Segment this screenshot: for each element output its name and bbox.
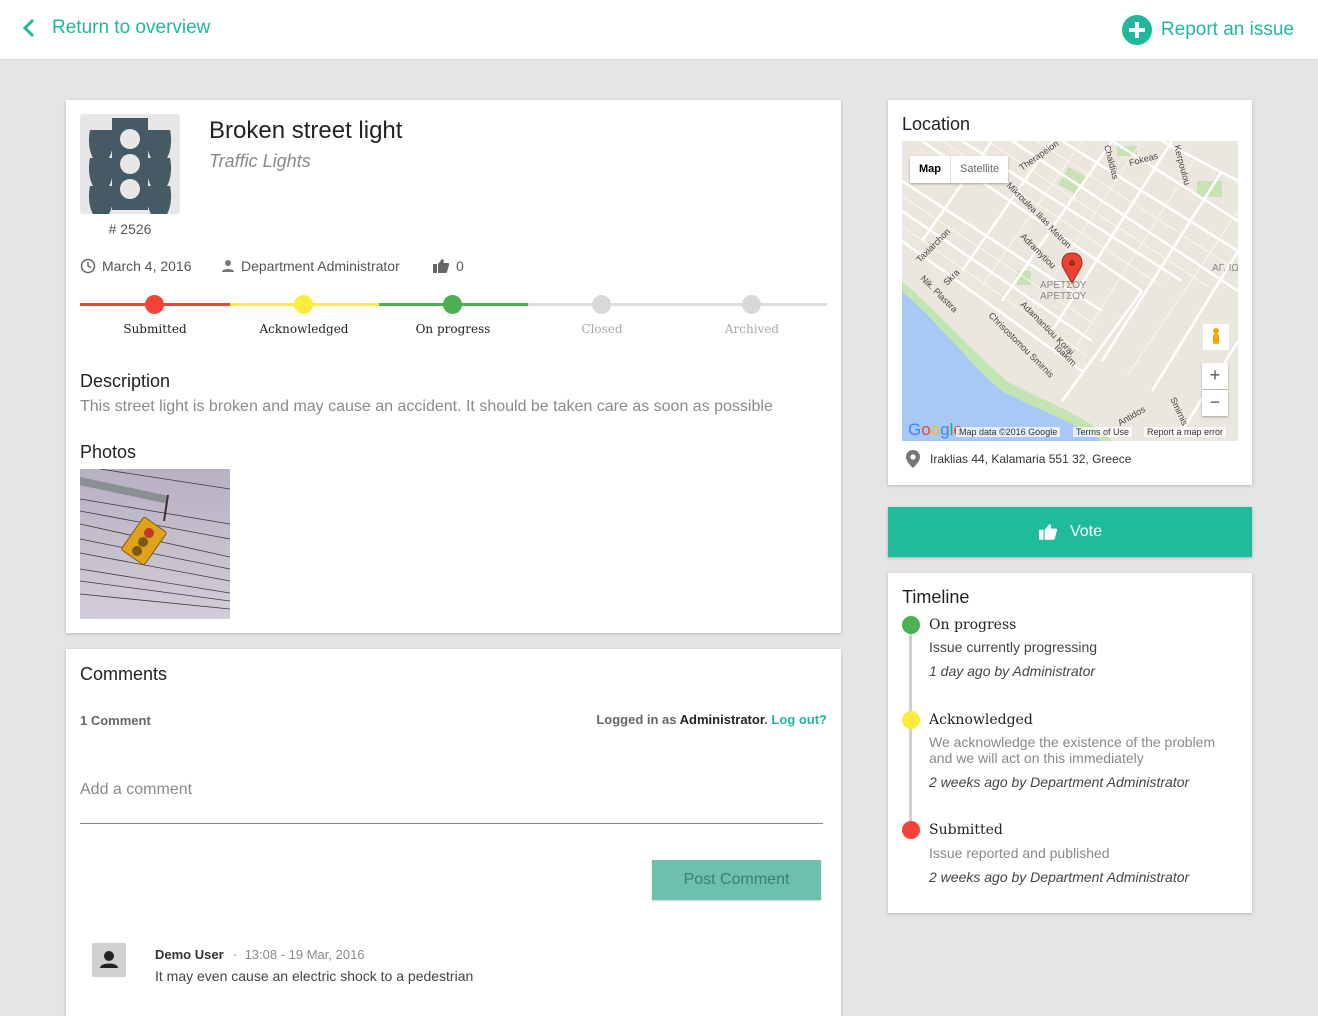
location-heading: Location (902, 114, 971, 134)
issue-department: Department Administrator (221, 258, 400, 274)
return-label: Return to overview (52, 17, 211, 38)
timeline-heading: Timeline (902, 587, 970, 607)
map-type-toggle: Map Satellite (910, 156, 1009, 183)
report-map-error-link[interactable]: Report a map error (1144, 427, 1227, 437)
timeline-status: Acknowledged (929, 712, 1033, 728)
progress-dot-on-progress (443, 295, 462, 314)
comments-heading: Comments (80, 664, 168, 684)
chevron-left-icon (22, 18, 35, 38)
progress-dot-acknowledged (294, 295, 313, 314)
thumbs-up-icon (1039, 524, 1058, 540)
progress-label-acknowledged: Acknowledged (259, 322, 349, 336)
address-text: Iraklias 44, Kalamaria 551 32, Greece (930, 452, 1132, 466)
timeline-dot-submitted (902, 821, 920, 839)
timeline-dot-acknowledged (902, 711, 920, 729)
issue-photo-thumbnail[interactable] (80, 469, 230, 619)
return-to-overview-link[interactable]: Return to overview (22, 17, 210, 39)
timeline-description: Issue reported and published (929, 845, 1110, 861)
location-card: Location Therapeion Fokeas Chaldias Kerp… (888, 100, 1252, 485)
clock-icon (80, 258, 96, 274)
map-pin-icon (906, 450, 920, 468)
vote-button[interactable]: Vote (888, 507, 1252, 557)
progress-label-archived: Archived (724, 322, 780, 336)
timeline-rail (909, 627, 912, 837)
department-text: Department Administrator (241, 258, 400, 274)
votes-count: 0 (456, 258, 464, 274)
timeline-meta: 2 weeks ago by Department Administrator (929, 774, 1190, 790)
photos-heading: Photos (80, 442, 137, 462)
report-issue-button[interactable]: Report an issue (1121, 15, 1294, 45)
comment-text: It may even cause an electric shock to a… (155, 968, 474, 984)
comment-time: · 13:08 - 19 Mar, 2016 (233, 947, 365, 962)
report-label: Report an issue (1160, 19, 1294, 40)
logout-link[interactable]: Log out? (771, 712, 827, 727)
person-icon (222, 260, 234, 272)
thumbs-up-icon (433, 259, 450, 273)
issue-card: # 2526 Broken street light Traffic Light… (66, 100, 841, 633)
timeline-meta: 2 weeks ago by Department Administrator (929, 869, 1190, 885)
avatar (92, 943, 126, 977)
zoom-out-button[interactable]: − (1202, 390, 1228, 416)
svg-text:ΑΓ. ΙΩ: ΑΓ. ΙΩ (1212, 263, 1238, 274)
timeline-card: Timeline On progress Issue currently pro… (888, 573, 1252, 913)
progress-label-submitted: Submitted (123, 322, 187, 336)
map-footer: Map data ©2016 Google Terms of Use Repor… (902, 427, 1238, 441)
timeline-status: On progress (929, 617, 1017, 633)
progress-dot-archived (742, 295, 761, 314)
terms-link[interactable]: Terms of Use (1073, 427, 1133, 437)
plus-circle-icon (1121, 15, 1152, 45)
issue-date: March 4, 2016 (80, 258, 192, 274)
vote-label: Vote (1069, 523, 1103, 540)
zoom-in-button[interactable]: + (1202, 363, 1228, 389)
timeline-dot-on-progress (902, 616, 920, 634)
comments-card: Comments 1 Comment Logged in as Administ… (66, 649, 841, 1016)
comment-time-text: 13:08 - 19 Mar, 2016 (244, 947, 365, 962)
address-line: Iraklias 44, Kalamaria 551 32, Greece (906, 450, 1131, 468)
timeline-description: We acknowledge the existence of the prob… (929, 734, 1216, 766)
post-comment-button[interactable]: Post Comment (652, 860, 821, 900)
progress-label-on-progress: On progress (415, 322, 491, 336)
comment-count: 1 Comment (80, 713, 151, 728)
location-map[interactable]: Therapeion Fokeas Chaldias Kerpoulou Mik… (902, 141, 1238, 441)
logged-in-status: Logged in as Administrator. Log out? (596, 712, 827, 727)
progress-dot-closed (592, 295, 611, 314)
logged-prefix: Logged in as (596, 712, 680, 727)
description-heading: Description (80, 371, 171, 391)
progress-segment-pending (528, 303, 827, 306)
timeline-description: Issue currently progressing (929, 639, 1098, 655)
top-bar: Return to overview Report an issue (0, 0, 1318, 60)
map-type-satellite[interactable]: Satellite (950, 156, 1008, 183)
progress-label-closed: Closed (581, 322, 623, 336)
svg-text:ΑΡΕΤΣΟΥ: ΑΡΕΤΣΟΥ (1040, 291, 1087, 302)
traffic-light-icon (80, 114, 180, 221)
logged-user: Administrator (679, 712, 765, 727)
timeline-status: Submitted (929, 822, 1003, 838)
map-type-map[interactable]: Map (910, 156, 950, 183)
issue-title: Broken street light (209, 117, 403, 144)
progress-dot-submitted (145, 295, 164, 314)
timeline-meta: 1 day ago by Administrator (929, 663, 1096, 679)
description-text: This street light is broken and may caus… (80, 398, 773, 415)
map-credit: Map data ©2016 Google (956, 427, 1061, 437)
issue-number: # 2526 (108, 221, 152, 237)
svg-text:ΑΡΕΤΣΟΥ: ΑΡΕΤΣΟΥ (1040, 280, 1087, 291)
comment-author: Demo User (155, 947, 224, 962)
comment-input[interactable] (80, 757, 823, 824)
issue-category: Traffic Lights (209, 151, 311, 171)
issue-votes: 0 (432, 258, 464, 274)
date-text: March 4, 2016 (102, 258, 192, 274)
